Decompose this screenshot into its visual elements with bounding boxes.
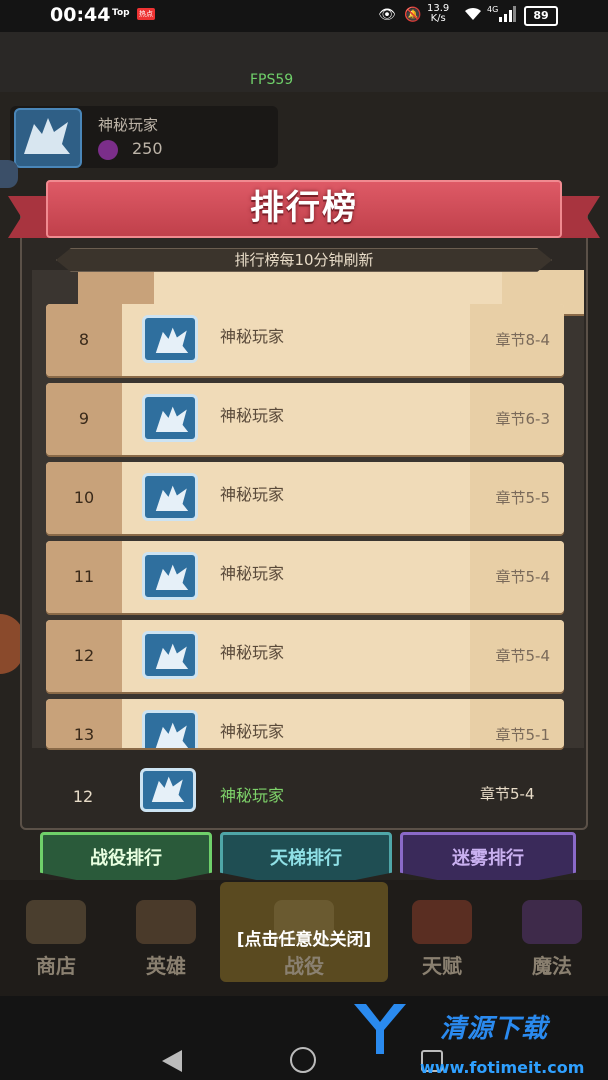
row-rank: 9 — [46, 383, 122, 455]
battery-indicator: 89 — [524, 6, 558, 26]
watermark-url: www.fotimeit.com — [420, 1058, 585, 1077]
side-button-top[interactable] — [0, 160, 18, 188]
row-player-name: 神秘玩家 — [220, 485, 285, 504]
row-player-name: 神秘玩家 — [220, 406, 285, 425]
nav-talents-label: 天赋 — [422, 954, 462, 978]
row-rank: 10 — [46, 462, 122, 534]
wolf-avatar-icon — [142, 631, 198, 679]
table-row[interactable]: 11 神秘玩家 章节5-4 — [46, 541, 564, 613]
row-chapter: 章节5-5 — [495, 489, 551, 507]
wolf-avatar-icon — [142, 552, 198, 600]
my-name: 神秘玩家 — [220, 786, 285, 805]
row-rank: 12 — [46, 620, 122, 692]
network-speed: 13.9 K/s — [427, 4, 449, 24]
home-icon[interactable] — [290, 1047, 316, 1073]
game-top-bar — [0, 32, 608, 94]
wifi-icon — [464, 6, 482, 24]
my-chapter: 章节5-4 — [480, 785, 535, 803]
eye-icon: 👁 — [378, 7, 396, 23]
row-player-name: 神秘玩家 — [220, 643, 285, 662]
signal-icon — [498, 6, 516, 24]
row-chapter: 章节6-3 — [495, 410, 551, 428]
shop-icon — [26, 900, 86, 944]
table-row[interactable]: 8 神秘玩家 章节8-4 — [46, 304, 564, 376]
status-tag-hot: 热点 — [137, 8, 155, 20]
network-type: 4G — [487, 5, 499, 14]
player-avatar-wolf-icon — [14, 108, 82, 168]
panel-title: 排行榜 — [250, 188, 358, 228]
wolf-avatar-icon — [142, 473, 198, 521]
nav-heroes-label: 英雄 — [146, 954, 186, 978]
nav-campaign-label: 战役 — [284, 954, 324, 978]
close-hint[interactable]: [点击任意处关闭] — [150, 925, 458, 950]
bell-off-icon: 🔕 — [404, 7, 422, 23]
row-player-name: 神秘玩家 — [220, 564, 285, 583]
nav-shop[interactable]: 商店 — [6, 890, 106, 990]
wolf-avatar-icon — [142, 394, 198, 442]
row-chapter: 章节5-4 — [495, 647, 551, 665]
row-chapter: 章节5-1 — [495, 726, 551, 744]
row-rank: 13 — [46, 699, 122, 748]
back-icon[interactable] — [162, 1050, 182, 1072]
status-tag-top: Top — [112, 8, 130, 18]
table-row[interactable]: 10 神秘玩家 章节5-5 — [46, 462, 564, 534]
table-row[interactable]: 9 神秘玩家 章节6-3 — [46, 383, 564, 455]
nav-shop-label: 商店 — [36, 954, 76, 978]
row-player-name: 神秘玩家 — [220, 327, 285, 346]
status-time: 00:44 — [50, 4, 111, 26]
player-name: 神秘玩家 — [98, 116, 159, 134]
gem-icon — [98, 140, 118, 160]
watermark-logo — [350, 1000, 410, 1056]
row-chapter: 章节8-4 — [495, 331, 551, 349]
wolf-avatar-icon — [142, 315, 198, 363]
spellbook-icon — [522, 900, 582, 944]
row-chapter: 章节5-4 — [495, 568, 551, 586]
table-row[interactable]: 12 神秘玩家 章节5-4 — [46, 620, 564, 692]
row-player-name: 神秘玩家 — [220, 722, 285, 741]
nav-magic[interactable]: 魔法 — [502, 890, 602, 990]
my-avatar-wolf-icon — [140, 768, 196, 812]
nav-magic-label: 魔法 — [532, 954, 572, 978]
row-rank: 11 — [46, 541, 122, 613]
my-rank: 12 — [72, 787, 94, 806]
watermark-text: 清源下载 — [440, 1014, 549, 1044]
row-rank: 8 — [46, 304, 122, 376]
wolf-avatar-icon — [142, 710, 198, 748]
table-row[interactable]: 13 神秘玩家 章节5-1 — [46, 699, 564, 748]
fps-counter: FPS59 — [250, 72, 294, 88]
panel-subtitle: 排行榜每10分钟刷新 — [234, 251, 374, 269]
network-speed-unit: K/s — [430, 13, 446, 24]
player-currency: 250 — [132, 139, 163, 158]
